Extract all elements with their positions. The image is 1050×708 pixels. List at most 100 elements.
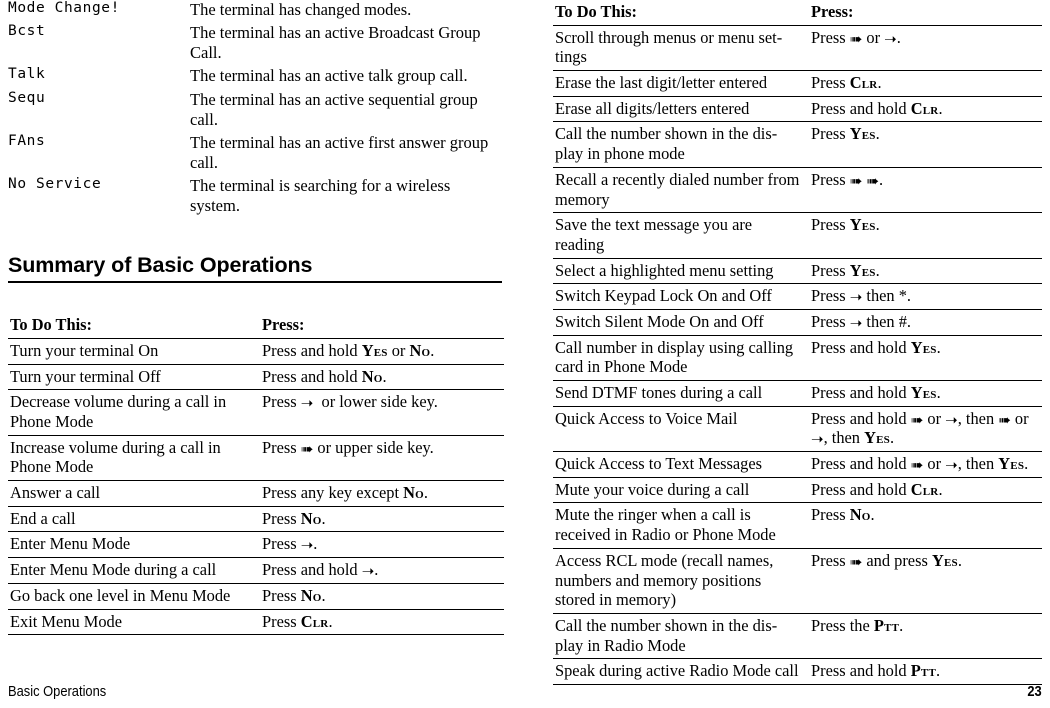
task-description-cell: Recall a recently dialed number from mem… xyxy=(553,167,809,214)
table-row: Turn your terminal Off Press and hold No. xyxy=(8,364,504,391)
table-row: Save the text message you are reading Pre… xyxy=(553,212,1042,259)
indicator-row: Mode Change! The terminal has changed mod… xyxy=(8,0,504,23)
task-description-cell: Call the number shown in the dis-play in… xyxy=(553,613,809,660)
display-indicators-body: Mode Change! The terminal has changed mod… xyxy=(8,0,504,219)
indicator-description: The terminal has an active Broadcast Gro… xyxy=(190,23,481,63)
task-description-cell: Switch Silent Mode On and Off xyxy=(553,309,809,336)
key-press-instruction-cell: Press and hold Yes. xyxy=(809,380,1042,407)
indicator-description: The terminal has changed modes. xyxy=(190,0,412,19)
table-row: Answer a call Press any key except No. xyxy=(8,480,504,507)
table-row: Switch Silent Mode On and Off Press ➝ the… xyxy=(553,309,1042,336)
task-description-cell: Mute the ringer when a call is received … xyxy=(553,502,809,549)
table-row: Switch Keypad Lock On and Off Press ➝ the… xyxy=(553,283,1042,310)
task-description-cell: Access RCL mode (recall names, numbers a… xyxy=(553,548,809,614)
table-row: Recall a recently dialed number from mem… xyxy=(553,167,1042,214)
key-press-instruction-cell: Press ➠ ➠. xyxy=(809,167,1042,214)
task-description-cell: Select a highlighted menu setting xyxy=(553,258,809,285)
key-press-instruction-cell: Press and hold ➠ or ➝, then ➠ or ➝, then… xyxy=(809,406,1042,453)
page-title: Summary of Basic Operations xyxy=(8,253,313,278)
right-column: To Do This: Press: Scroll through menus … xyxy=(553,0,1042,685)
task-description-cell: Call the number shown in the dis-play in… xyxy=(553,121,809,168)
table-body: Turn your terminal On Press and hold Yes … xyxy=(8,338,504,636)
key-press-instruction-cell: Press ➠ and press Yes. xyxy=(809,548,1042,614)
indicator-row: Talk The terminal has an active talk grou… xyxy=(8,66,504,89)
key-press-instruction-cell: Press ➝ or lower side key. xyxy=(260,389,504,436)
table-row: Go back one level in Menu Mode Press No. xyxy=(8,583,504,610)
page-footer: Basic Operations 23 xyxy=(8,680,1042,700)
task-description-cell: Erase the last digit/letter entered xyxy=(553,70,809,97)
display-indicators-table: Mode Change! The terminal has changed mod… xyxy=(8,0,504,219)
key-press-instruction-cell: Press and hold ➝. xyxy=(260,557,504,584)
task-description-cell: Call number in display using calling car… xyxy=(553,335,809,382)
table-head: To Do This: Press: xyxy=(553,0,1042,26)
indicator-display-text: Talk xyxy=(8,66,46,83)
indicator-row: FAns The terminal has an active first ans… xyxy=(8,133,504,176)
table-row: Select a highlighted menu setting Press Y… xyxy=(553,258,1042,285)
key-press-instruction-cell: Press No. xyxy=(260,583,504,610)
basic-operations-table-left: To Do This: Press: Turn your terminal On… xyxy=(8,313,504,636)
indicator-display-text: Sequ xyxy=(8,89,46,106)
key-press-instruction-cell: Press Clr. xyxy=(809,70,1042,97)
key-press-instruction-cell: Press and hold ➠ or ➝, then Yes. xyxy=(809,451,1042,478)
table-row: Erase the last digit/letter entered Press… xyxy=(553,70,1042,97)
footer-chapter-title: Basic Operations xyxy=(8,683,107,700)
key-press-instruction-cell: Press any key except No. xyxy=(260,480,504,507)
task-description-cell: Increase volume during a call in Phone M… xyxy=(8,435,260,482)
key-press-instruction-cell: Press Clr. xyxy=(260,609,504,636)
key-press-instruction-cell: Press ➠ or upper side key. xyxy=(260,435,504,482)
table-row: Send DTMF tones during a call Press and h… xyxy=(553,380,1042,407)
footer-page-number: 23 xyxy=(1027,683,1042,700)
indicator-row: Bcst The terminal has an active Broadcast… xyxy=(8,23,504,66)
task-description-cell: Exit Menu Mode xyxy=(8,609,260,636)
table-row: End a call Press No. xyxy=(8,506,504,533)
task-description-cell: Enter Menu Mode during a call xyxy=(8,557,260,584)
key-press-instruction-cell: Press ➠ or ➝. xyxy=(809,25,1042,72)
table-row: Exit Menu Mode Press Clr. xyxy=(8,609,504,636)
key-press-instruction-cell: Press Yes. xyxy=(809,258,1042,285)
task-description-cell: Save the text message you are reading xyxy=(553,212,809,259)
task-description-cell: Scroll through menus or menu set-tings xyxy=(553,25,809,72)
manual-page: Mode Change! The terminal has changed mod… xyxy=(0,0,1050,708)
task-description-cell: Turn your terminal Off xyxy=(8,364,260,391)
key-press-instruction-cell: Press the Ptt. xyxy=(809,613,1042,660)
indicator-display-text: FAns xyxy=(8,132,46,149)
table-body: Scroll through menus or menu set-tings Pr… xyxy=(553,25,1042,685)
task-description-cell: Quick Access to Voice Mail xyxy=(553,406,809,453)
task-description-cell: Go back one level in Menu Mode xyxy=(8,583,260,610)
key-press-instruction-cell: Press Yes. xyxy=(809,212,1042,259)
table-row: Scroll through menus or menu set-tings Pr… xyxy=(553,25,1042,72)
table-row: Turn your terminal On Press and hold Yes … xyxy=(8,338,504,365)
indicator-description: The terminal is searching for a wireless… xyxy=(190,176,451,216)
indicator-row: Sequ The terminal has an active sequentia… xyxy=(8,90,504,133)
table-row: Erase all digits/letters entered Press an… xyxy=(553,96,1042,123)
column-header-press: Press: xyxy=(260,313,504,339)
task-description-cell: Switch Keypad Lock On and Off xyxy=(553,283,809,310)
table-row: Quick Access to Voice Mail Press and hold… xyxy=(553,406,1042,453)
table-head: To Do This: Press: xyxy=(8,313,504,339)
key-press-instruction-cell: Press No. xyxy=(260,506,504,533)
table-row: Access RCL mode (recall names, numbers a… xyxy=(553,548,1042,614)
indicator-display-text: No Service xyxy=(8,176,102,192)
key-press-instruction-cell: Press and hold Clr. xyxy=(809,477,1042,504)
task-description-cell: Mute your voice during a call xyxy=(553,477,809,504)
table-row: Call number in display using calling car… xyxy=(553,335,1042,382)
left-column: Mode Change! The terminal has changed mod… xyxy=(8,0,504,636)
table-row: Call the number shown in the dis-play in… xyxy=(553,121,1042,168)
indicator-display-text: Mode Change! xyxy=(8,0,120,16)
column-header-to-do-this: To Do This: xyxy=(553,0,809,26)
basic-operations-table-right: To Do This: Press: Scroll through menus … xyxy=(553,0,1042,685)
key-press-instruction-cell: Press and hold Yes. xyxy=(809,335,1042,382)
key-press-instruction-cell: Press Yes. xyxy=(809,121,1042,168)
key-press-instruction-cell: Press No. xyxy=(809,502,1042,549)
indicator-display-text: Bcst xyxy=(8,23,46,40)
table-header-row: To Do This: Press: xyxy=(553,0,1042,26)
table-row: Increase volume during a call in Phone M… xyxy=(8,435,504,482)
table-row: Mute the ringer when a call is received … xyxy=(553,502,1042,549)
task-description-cell: Erase all digits/letters entered xyxy=(553,96,809,123)
indicator-description: The terminal has an active talk group ca… xyxy=(190,66,468,86)
task-description-cell: Turn your terminal On xyxy=(8,338,260,365)
key-press-instruction-cell: Press and hold Clr. xyxy=(809,96,1042,123)
table-row: Enter Menu Mode during a call Press and h… xyxy=(8,557,504,584)
table-header-row: To Do This: Press: xyxy=(8,313,504,339)
